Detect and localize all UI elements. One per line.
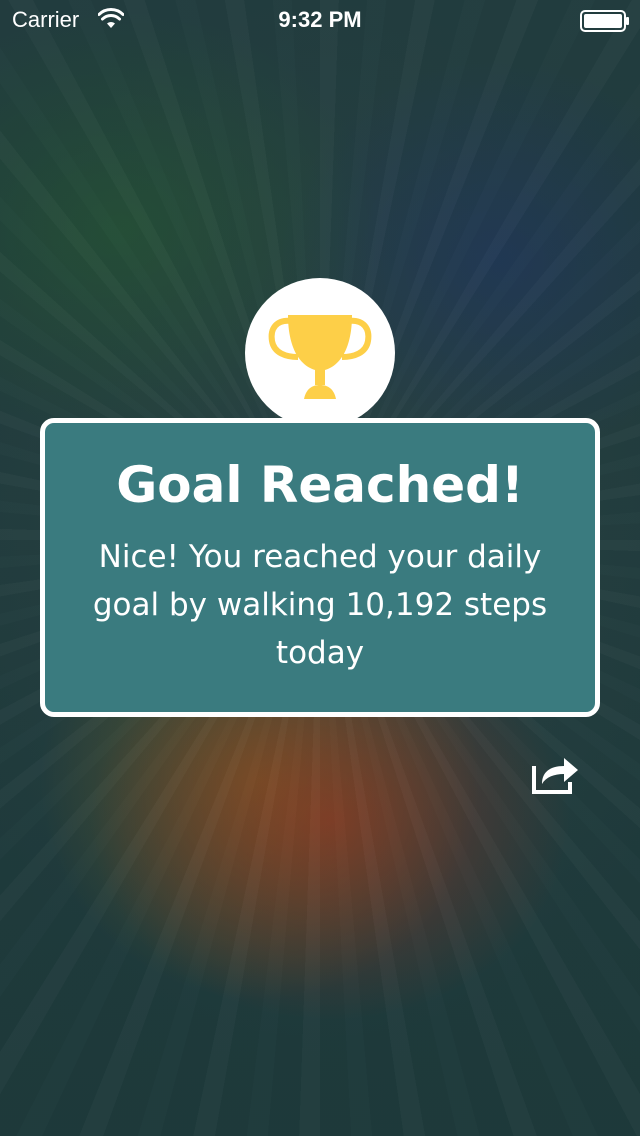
share-button[interactable]	[530, 750, 582, 796]
goal-title: Goal Reached!	[116, 456, 524, 514]
share-icon	[530, 758, 582, 800]
status-bar: Carrier 9:32 PM	[0, 0, 640, 40]
clock-time: 9:32 PM	[278, 7, 362, 32]
goal-reached-card: Goal Reached! Nice! You reached your dai…	[40, 418, 600, 717]
trophy-badge	[245, 278, 395, 428]
goal-message: Nice! You reached your daily goal by wal…	[92, 539, 548, 671]
battery-icon	[580, 10, 630, 36]
trophy-icon	[264, 295, 376, 411]
